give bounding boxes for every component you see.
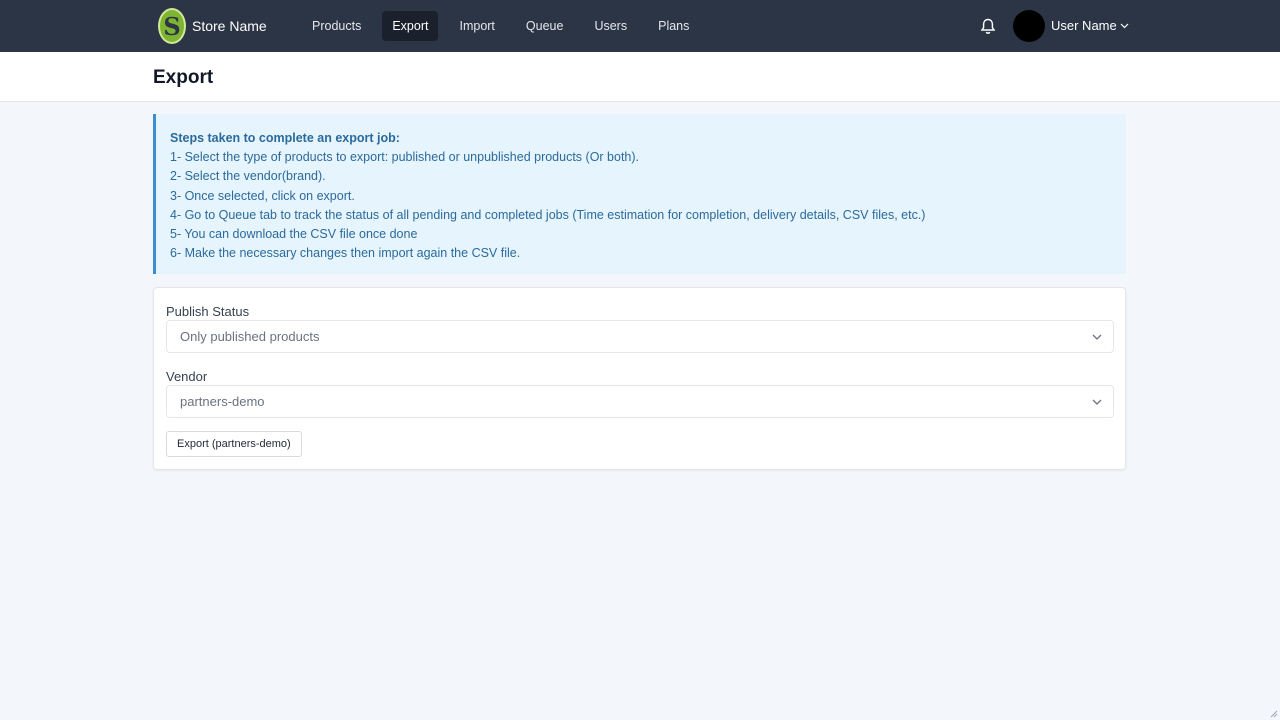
nav-item-plans[interactable]: Plans: [648, 11, 699, 41]
page-header: Export: [0, 52, 1280, 102]
export-steps-info: Steps taken to complete an export job: 1…: [153, 114, 1126, 274]
chevron-down-icon: [1091, 396, 1103, 408]
store-name: Store Name: [192, 18, 267, 34]
info-step: 4- Go to Queue tab to track the status o…: [170, 207, 926, 222]
vendor-label: Vendor: [166, 369, 208, 384]
nav-item-import[interactable]: Import: [449, 11, 504, 41]
nav-item-products[interactable]: Products: [302, 11, 371, 41]
user-menu[interactable]: User Name: [1051, 18, 1129, 33]
nav-item-export[interactable]: Export: [382, 11, 439, 41]
publish-status-label: Publish Status: [166, 304, 250, 319]
resize-grip-icon[interactable]: [1268, 708, 1278, 718]
info-step: 6- Make the necessary changes then impor…: [170, 246, 521, 261]
info-step: 1- Select the type of products to export…: [170, 150, 640, 165]
brand[interactable]: S Store Name: [158, 8, 267, 44]
page-title: Export: [153, 67, 214, 88]
store-logo: S: [158, 8, 186, 44]
bell-icon[interactable]: [978, 16, 998, 36]
export-form-card: Publish Status Only published products V…: [153, 287, 1126, 470]
info-step: 3- Once selected, click on export.: [170, 188, 355, 203]
export-button[interactable]: Export (partners-demo): [166, 431, 302, 457]
avatar[interactable]: [1013, 10, 1045, 42]
main-nav: Products Export Import Queue Users Plans: [302, 11, 710, 41]
nav-item-queue[interactable]: Queue: [516, 11, 574, 41]
publish-status-value: Only published products: [180, 329, 320, 344]
user-name: User Name: [1051, 18, 1117, 33]
info-step: 2- Select the vendor(brand).: [170, 169, 326, 184]
publish-status-select[interactable]: Only published products: [166, 320, 1114, 353]
top-navbar: S Store Name Products Export Import Queu…: [0, 0, 1280, 52]
chevron-down-icon: [1091, 331, 1103, 343]
info-title: Steps taken to complete an export job:: [170, 131, 400, 145]
info-step: 5- You can download the CSV file once do…: [170, 227, 418, 242]
vendor-value: partners-demo: [180, 394, 265, 409]
nav-item-users[interactable]: Users: [584, 11, 637, 41]
vendor-select[interactable]: partners-demo: [166, 385, 1114, 418]
chevron-down-icon: [1120, 23, 1129, 28]
